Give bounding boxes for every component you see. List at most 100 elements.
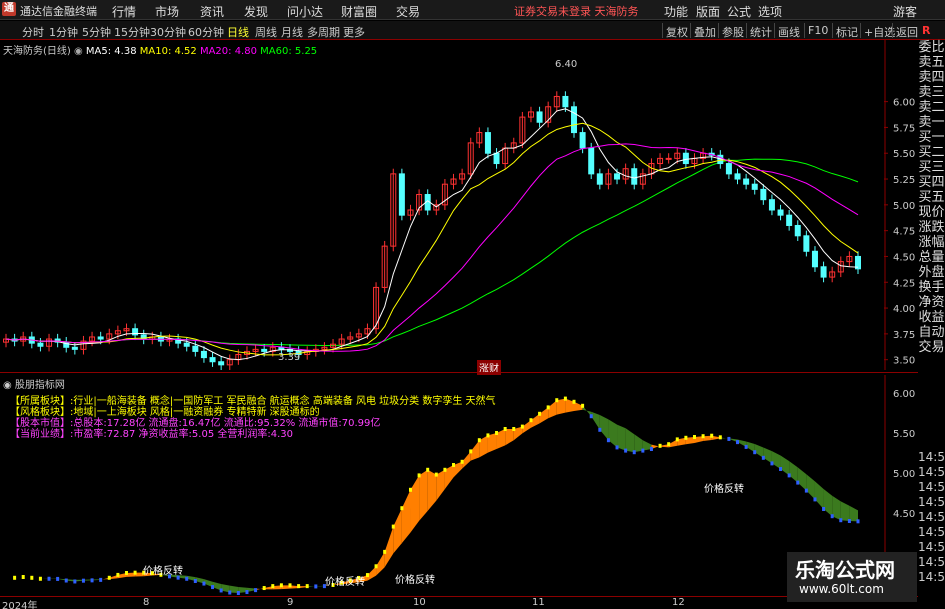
- period-daily[interactable]: 日线: [227, 24, 249, 40]
- period-fenshi[interactable]: 分时: [22, 24, 44, 40]
- trend-dot: [641, 448, 645, 453]
- side-label[interactable]: 卖三: [918, 85, 945, 100]
- side-label[interactable]: 交易: [918, 340, 945, 355]
- tick-time: 14:5: [918, 510, 945, 524]
- trend-dot: [692, 435, 696, 439]
- side-label[interactable]: 卖四: [918, 70, 945, 85]
- period-more[interactable]: 更多: [343, 24, 365, 40]
- app-logo-icon: 通: [2, 2, 16, 16]
- back-button[interactable]: 返回: [892, 23, 921, 39]
- menu-zixun[interactable]: 资讯: [200, 3, 224, 20]
- menu-banmian[interactable]: 版面: [696, 3, 720, 20]
- period-1min[interactable]: 1分钟: [49, 24, 78, 40]
- trend-dot: [254, 588, 258, 593]
- trend-band: [840, 501, 850, 521]
- menu-jiaoyi[interactable]: 交易: [396, 3, 420, 20]
- huaxian-button[interactable]: 画线: [774, 23, 803, 39]
- candle-body: [734, 173, 741, 180]
- period-30min[interactable]: 30分钟: [150, 24, 186, 40]
- f10-button[interactable]: F10: [804, 23, 831, 38]
- y-tick-label: 5.00: [893, 201, 915, 212]
- candlestick-chart[interactable]: 6.00 5.75 5.50 5.25 5.00 4.75 4.50 4.25 4.00 3.75…: [0, 40, 918, 370]
- trend-dot: [443, 467, 447, 472]
- side-label[interactable]: 卖一: [918, 115, 945, 130]
- candle-body: [37, 342, 44, 347]
- candle-body: [596, 173, 603, 185]
- side-label[interactable]: 自动: [918, 325, 945, 340]
- side-label[interactable]: 买四: [918, 175, 945, 190]
- watermark-url: www.60lt.com: [799, 582, 884, 596]
- tongji-button[interactable]: 统计: [746, 23, 775, 39]
- candle-body: [794, 224, 801, 237]
- menu-youke[interactable]: 游客: [893, 3, 917, 20]
- period-15min[interactable]: 15分钟: [114, 24, 150, 40]
- trend-dot: [219, 588, 223, 593]
- trend-dot: [779, 467, 783, 471]
- side-label[interactable]: 涨幅: [918, 235, 945, 250]
- fuquan-button[interactable]: 复权: [662, 23, 691, 39]
- trend-dot: [185, 576, 189, 581]
- candle-body: [768, 199, 775, 211]
- side-label[interactable]: 涨跌: [918, 220, 945, 235]
- side-label[interactable]: 买三: [918, 160, 945, 175]
- trade-notice[interactable]: 证券交易未登录 天海防务: [514, 3, 639, 19]
- period-5min[interactable]: 5分钟: [82, 24, 111, 40]
- trend-band: [599, 415, 609, 441]
- trend-dot: [830, 514, 834, 519]
- trend-dot: [271, 584, 275, 589]
- tick-time: 14:5: [918, 555, 945, 569]
- side-label[interactable]: 总量: [918, 250, 945, 265]
- trend-dot: [211, 585, 215, 590]
- cangu-button[interactable]: 参股: [718, 23, 747, 39]
- period-60min[interactable]: 60分钟: [188, 24, 224, 40]
- side-label[interactable]: 外盘: [918, 265, 945, 280]
- period-weekly[interactable]: 周线: [255, 24, 277, 40]
- info-label: 【股本市值】:: [10, 418, 74, 429]
- side-label[interactable]: 买五: [918, 190, 945, 205]
- menu-caifuquan[interactable]: 财富圈: [341, 3, 377, 20]
- side-label[interactable]: 卖二: [918, 100, 945, 115]
- trend-dot: [503, 427, 507, 431]
- trend-dot: [839, 518, 843, 523]
- side-label[interactable]: 现价: [918, 205, 945, 220]
- menu-gongshi[interactable]: 公式: [727, 3, 751, 20]
- period-monthly[interactable]: 月线: [281, 24, 303, 40]
- side-label[interactable]: 买一: [918, 130, 945, 145]
- biaoji-button[interactable]: 标记: [832, 23, 861, 39]
- date-tick: 9: [287, 597, 294, 608]
- menu-shichang[interactable]: 市场: [155, 3, 179, 20]
- side-label[interactable]: 委比: [918, 40, 945, 55]
- trend-dot: [452, 463, 456, 467]
- side-label[interactable]: 卖五: [918, 55, 945, 70]
- trend-dot: [297, 584, 301, 589]
- candle-body: [777, 209, 784, 216]
- title-bar: 通 通达信金融终端 行情 市场 资讯 发现 问小达 财富圈 交易 证券交易未登录…: [0, 0, 945, 20]
- trend-dot: [667, 442, 671, 447]
- menu-gongneng[interactable]: 功能: [664, 3, 688, 20]
- trend-band: [780, 455, 790, 476]
- date-tick: 10: [413, 597, 426, 608]
- side-label[interactable]: 收益: [918, 310, 945, 325]
- candle-body: [97, 336, 104, 340]
- menu-faxian[interactable]: 发现: [244, 3, 268, 20]
- side-label[interactable]: 买二: [918, 145, 945, 160]
- menu-wenxiaoda[interactable]: 问小达: [287, 3, 323, 20]
- trend-band: [771, 451, 781, 469]
- trend-dot: [38, 576, 42, 581]
- candle-body: [493, 152, 500, 165]
- menu-hangqing[interactable]: 行情: [112, 3, 136, 20]
- trend-dot: [572, 399, 576, 404]
- trend-dot: [787, 473, 791, 478]
- candle-body: [209, 357, 216, 363]
- menu-xuanxiang[interactable]: 选项: [758, 3, 782, 20]
- trend-dot: [658, 443, 662, 448]
- date-tick: 2024年: [2, 601, 38, 609]
- trend-band: [410, 475, 420, 533]
- side-label[interactable]: 净资: [918, 295, 945, 310]
- period-multi[interactable]: 多周期: [307, 24, 340, 40]
- side-label[interactable]: 换手: [918, 280, 945, 295]
- trend-dot: [546, 405, 550, 410]
- candle-body: [803, 235, 810, 252]
- diejia-button[interactable]: 叠加: [690, 23, 719, 39]
- candle-body: [725, 163, 732, 175]
